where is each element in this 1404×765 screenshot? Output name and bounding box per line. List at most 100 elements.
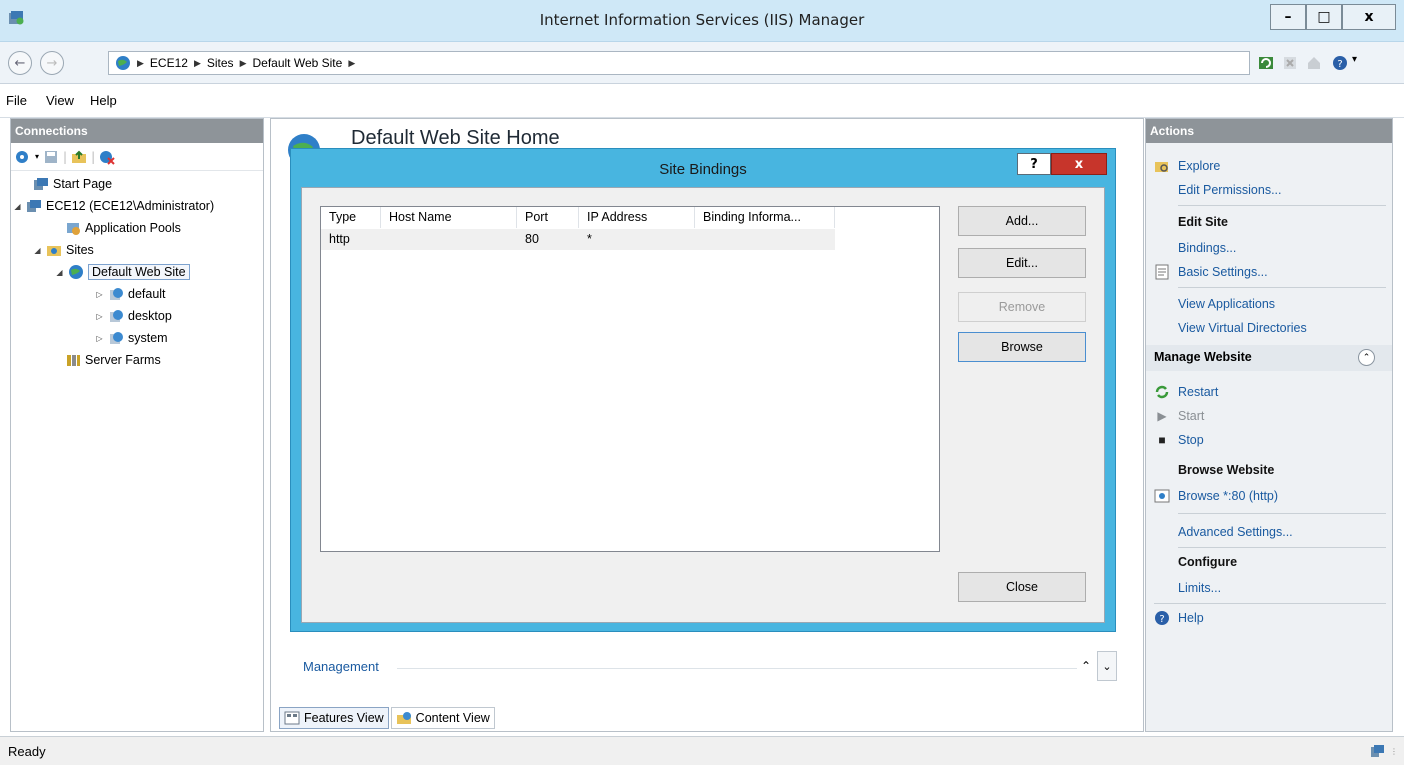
chevron-down-icon: ⌄ <box>1102 659 1112 673</box>
collapse-arrow-icon[interactable]: ◢ <box>13 202 22 211</box>
tree-item-application-pools[interactable]: Application Pools <box>65 217 181 239</box>
tree-item-start-page[interactable]: Start Page <box>33 173 112 195</box>
breadcrumb-item-server[interactable]: ECE12 <box>150 56 188 70</box>
action-label: Start <box>1178 409 1205 423</box>
action-explore[interactable]: Explore <box>1154 155 1220 177</box>
menu-file[interactable]: File <box>6 93 27 108</box>
add-button[interactable]: Add... <box>958 206 1086 236</box>
save-icon[interactable] <box>43 149 59 165</box>
table-row[interactable]: http 80 * <box>321 229 835 250</box>
close-window-button[interactable]: x <box>1342 4 1396 30</box>
tree-label: Default Web Site <box>88 264 190 280</box>
browse-button[interactable]: Browse <box>958 332 1086 362</box>
chevron-down-icon[interactable]: ▾ <box>1352 54 1357 65</box>
settings-page-icon <box>1154 264 1170 280</box>
action-label: Restart <box>1178 385 1219 399</box>
window-title: Internet Information Services (IIS) Mana… <box>539 11 865 29</box>
column-header-host-name[interactable]: Host Name <box>381 207 517 228</box>
title-bar: Internet Information Services (IIS) Mana… <box>0 0 1404 42</box>
divider <box>1178 205 1386 206</box>
home-icon[interactable] <box>1306 55 1322 71</box>
tab-content-view[interactable]: Content View <box>390 707 495 729</box>
action-limits[interactable]: Limits... <box>1178 577 1221 599</box>
action-start[interactable]: ▶ Start <box>1154 405 1204 427</box>
minimize-button[interactable]: – <box>1270 4 1306 30</box>
refresh-icon[interactable] <box>1258 55 1274 71</box>
collapse-arrow-icon[interactable]: ◢ <box>55 268 64 277</box>
tree-item-default[interactable]: ▷ default <box>95 283 165 305</box>
expand-arrow-icon[interactable]: ▷ <box>95 312 104 321</box>
close-button[interactable]: Close <box>958 572 1086 602</box>
expand-arrow-icon[interactable]: ▷ <box>95 334 104 343</box>
resize-grip-icon[interactable]: ⋮ <box>1390 747 1398 756</box>
site-bindings-dialog: Site Bindings ? x Type Host Name Port IP… <box>290 148 1116 632</box>
action-help[interactable]: ? Help <box>1154 607 1204 629</box>
chevron-up-icon[interactable]: ⌃ <box>1081 659 1091 673</box>
page-title: Default Web Site Home <box>351 127 560 149</box>
action-edit-permissions[interactable]: Edit Permissions... <box>1178 179 1282 201</box>
remove-button[interactable]: Remove <box>958 292 1086 322</box>
actions-header: Actions <box>1146 119 1392 143</box>
dialog-close-button[interactable]: x <box>1051 153 1107 175</box>
disconnect-icon[interactable] <box>99 149 115 165</box>
cell-type: http <box>329 232 350 246</box>
column-header-port[interactable]: Port <box>517 207 579 228</box>
breadcrumb-item-sites[interactable]: Sites <box>207 56 234 70</box>
tree-label: desktop <box>128 309 172 323</box>
action-label: Basic Settings... <box>1178 265 1268 279</box>
section-title: Manage Website <box>1154 350 1252 364</box>
button-label: Close <box>1006 580 1038 594</box>
tree-item-default-web-site[interactable]: ◢ Default Web Site <box>55 261 190 283</box>
scroll-down-button[interactable]: ⌄ <box>1097 651 1117 681</box>
breadcrumb[interactable]: ▶ ECE12 ▶ Sites ▶ Default Web Site ▶ <box>108 51 1250 75</box>
action-advanced-settings[interactable]: Advanced Settings... <box>1178 521 1293 543</box>
up-folder-icon[interactable] <box>71 149 87 165</box>
divider <box>1178 513 1386 514</box>
action-bindings[interactable]: Bindings... <box>1178 237 1236 259</box>
action-browse-80[interactable]: Browse *:80 (http) <box>1154 485 1278 507</box>
expand-arrow-icon[interactable]: ▷ <box>95 290 104 299</box>
action-view-applications[interactable]: View Applications <box>1178 293 1275 315</box>
cell-host-name <box>381 229 517 250</box>
button-label: Edit... <box>1006 256 1038 270</box>
column-header-type[interactable]: Type <box>321 207 381 228</box>
edit-button[interactable]: Edit... <box>958 248 1086 278</box>
tree-item-server[interactable]: ◢ ECE12 (ECE12\Administrator) <box>13 195 214 217</box>
action-view-virtual-directories[interactable]: View Virtual Directories <box>1178 317 1307 339</box>
connect-icon[interactable] <box>15 149 31 165</box>
tree-item-desktop[interactable]: ▷ desktop <box>95 305 172 327</box>
tree-item-system[interactable]: ▷ system <box>95 327 167 349</box>
features-view-icon <box>284 711 300 725</box>
forward-button[interactable]: → <box>40 51 64 75</box>
cell-port: 80 <box>525 232 539 246</box>
action-basic-settings[interactable]: Basic Settings... <box>1154 261 1268 283</box>
tab-features-view[interactable]: Features View <box>279 707 389 729</box>
chevron-down-icon[interactable]: ▾ <box>35 152 39 161</box>
tree-item-sites[interactable]: ◢ Sites <box>33 239 93 261</box>
divider <box>1178 547 1386 548</box>
collapse-chevron-icon[interactable]: ⌃ <box>1358 349 1375 366</box>
bindings-list[interactable]: Type Host Name Port IP Address Binding I… <box>320 206 940 552</box>
stop-icon[interactable] <box>1282 55 1298 71</box>
collapse-arrow-icon[interactable]: ◢ <box>33 246 42 255</box>
maximize-button[interactable]: □ <box>1306 4 1342 30</box>
manage-website-header[interactable]: Manage Website ⌃ <box>1146 345 1392 371</box>
tree-item-server-farms[interactable]: Server Farms <box>65 349 161 371</box>
action-stop[interactable]: ■ Stop <box>1154 429 1203 451</box>
connections-panel: Connections ▾ | | Start Page ◢ ECE12 (EC… <box>10 118 264 732</box>
action-restart[interactable]: Restart <box>1154 381 1218 403</box>
menu-view[interactable]: View <box>46 93 74 108</box>
divider: | <box>63 149 68 164</box>
menu-help[interactable]: Help <box>90 93 117 108</box>
tree-label: ECE12 (ECE12\Administrator) <box>46 199 215 213</box>
server-icon <box>27 200 41 212</box>
management-group-header[interactable]: Management <box>303 659 379 674</box>
column-header-ip-address[interactable]: IP Address <box>579 207 695 228</box>
back-button[interactable]: ← <box>8 51 32 75</box>
button-label: Browse <box>1001 340 1043 354</box>
help-icon[interactable]: ? <box>1332 55 1348 71</box>
breadcrumb-item-site[interactable]: Default Web Site <box>252 56 342 70</box>
dialog-help-button[interactable]: ? <box>1017 153 1051 175</box>
column-header-binding-information[interactable]: Binding Informa... <box>695 207 835 228</box>
question-icon: ? <box>1030 156 1038 172</box>
